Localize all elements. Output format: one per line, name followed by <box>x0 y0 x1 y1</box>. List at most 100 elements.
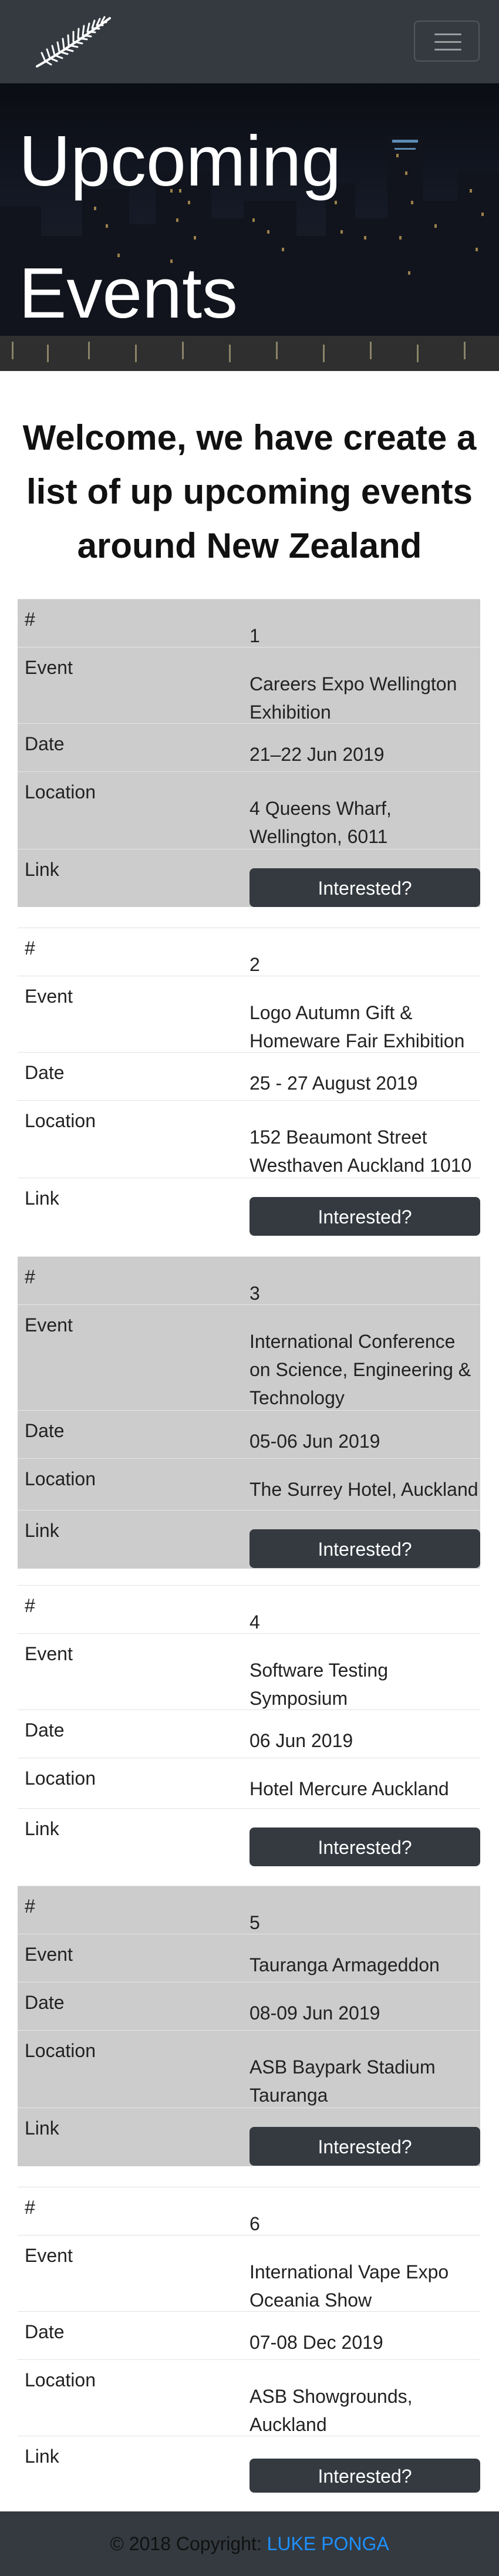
event-label: Event <box>25 657 73 678</box>
date-label: Date <box>25 1992 65 2013</box>
table-row: Link Interested? <box>18 1178 480 1236</box>
page-title: Upcoming Events <box>19 121 342 333</box>
event-date: 05-06 Jun 2019 <box>250 1431 380 1452</box>
table-row: # 1 <box>18 599 480 647</box>
date-label: Date <box>25 1420 65 1441</box>
event-table-2: # 2 Event Logo Autumn Gift & Homeware Fa… <box>18 928 480 1236</box>
table-row: # 6 <box>18 2187 480 2235</box>
navbar <box>0 0 499 83</box>
number-label: # <box>25 1595 35 1616</box>
table-row: # 3 <box>18 1256 480 1304</box>
copyright-text: © 2018 Copyright: <box>110 2533 262 2554</box>
silver-fern-icon[interactable] <box>32 15 114 70</box>
welcome-heading: Welcome, we have create a list of up upc… <box>22 418 477 565</box>
event-table-5: # 5 Event Tauranga Armageddon Date 08-09… <box>18 1886 480 2166</box>
number-label: # <box>25 938 35 959</box>
date-label: Date <box>25 733 65 754</box>
event-date: 21–22 Jun 2019 <box>250 744 385 765</box>
event-date: 07-08 Dec 2019 <box>250 2332 383 2353</box>
link-label: Link <box>25 2118 59 2139</box>
table-row: Event International Conference on Scienc… <box>18 1304 480 1410</box>
table-row: Location The Surrey Hotel, Auckland <box>18 1458 480 1510</box>
table-row: # 4 <box>18 1585 480 1633</box>
event-location: The Surrey Hotel, Auckland <box>250 1479 478 1500</box>
link-label: Link <box>25 1188 59 1209</box>
table-row: Location ASB Showgrounds, Auckland <box>18 2359 480 2436</box>
event-number: 2 <box>250 954 260 975</box>
event-label: Event <box>25 986 73 1007</box>
table-row: Date 07-08 Dec 2019 <box>18 2311 480 2359</box>
event-location: Hotel Mercure Auckland <box>250 1778 449 1799</box>
event-label: Event <box>25 2245 73 2266</box>
table-row: Location ASB Baypark Stadium Tauranga <box>18 2030 480 2108</box>
table-row: Link Interested? <box>18 849 480 907</box>
interested-button[interactable]: Interested? <box>250 1197 480 1236</box>
author-link[interactable]: LUKE PONGA <box>267 2533 389 2554</box>
interested-button[interactable]: Interested? <box>250 2459 480 2493</box>
menu-toggle-button[interactable] <box>414 21 480 62</box>
event-label: Event <box>25 1944 73 1965</box>
table-row: Date 06 Jun 2019 <box>18 1710 480 1758</box>
table-row: Date 25 - 27 August 2019 <box>18 1052 480 1100</box>
table-row: Link Interested? <box>18 2108 480 2166</box>
event-table-3: # 3 Event International Conference on Sc… <box>18 1256 480 1569</box>
hamburger-menu-icon <box>434 33 461 35</box>
table-row: Link Interested? <box>18 2436 480 2493</box>
table-row: # 2 <box>18 928 480 976</box>
event-location: ASB Baypark Stadium Tauranga <box>250 2056 436 2106</box>
table-row: Date 08-09 Jun 2019 <box>18 1982 480 2030</box>
link-label: Link <box>25 859 59 880</box>
date-label: Date <box>25 1062 65 1083</box>
link-label: Link <box>25 1520 59 1541</box>
event-number: 3 <box>250 1283 260 1304</box>
event-location: 152 Beaumont Street Westhaven Auckland 1… <box>250 1127 472 1176</box>
event-date: 06 Jun 2019 <box>250 1730 353 1751</box>
location-label: Location <box>25 2040 96 2061</box>
location-label: Location <box>25 2369 96 2390</box>
number-label: # <box>25 1266 35 1287</box>
event-number: 6 <box>250 2213 260 2234</box>
date-label: Date <box>25 2321 65 2342</box>
event-name: Software Testing Symposium <box>250 1660 388 1709</box>
table-row: Event Tauranga Armageddon <box>18 1934 480 1982</box>
table-row: Event Logo Autumn Gift & Homeware Fair E… <box>18 976 480 1052</box>
number-label: # <box>25 2197 35 2218</box>
event-name: Careers Expo Wellington Exhibition <box>250 673 457 723</box>
number-label: # <box>25 609 35 630</box>
event-name: International Conference on Science, Eng… <box>250 1331 471 1408</box>
event-label: Event <box>25 1314 73 1336</box>
table-row: Event Software Testing Symposium <box>18 1633 480 1710</box>
interested-button[interactable]: Interested? <box>250 2127 480 2166</box>
table-row: Event Careers Expo Wellington Exhibition <box>18 647 480 723</box>
table-row: Event International Vape Expo Oceania Sh… <box>18 2235 480 2311</box>
location-label: Location <box>25 781 96 803</box>
event-number: 1 <box>250 625 260 646</box>
table-row: Date 21–22 Jun 2019 <box>18 723 480 771</box>
table-row: Location 4 Queens Wharf, Wellington, 601… <box>18 771 480 849</box>
table-row: Location Hotel Mercure Auckland <box>18 1758 480 1808</box>
location-label: Location <box>25 1468 96 1489</box>
event-name: Tauranga Armageddon <box>250 1954 440 1975</box>
interested-button[interactable]: Interested? <box>250 1828 480 1866</box>
interested-button[interactable]: Interested? <box>250 1529 480 1568</box>
event-location: ASB Showgrounds, Auckland <box>250 2386 413 2435</box>
date-label: Date <box>25 1719 65 1741</box>
event-name: Logo Autumn Gift & Homeware Fair Exhibit… <box>250 1002 465 1051</box>
footer: © 2018 Copyright: LUKE PONGA <box>0 2511 499 2576</box>
hero-banner: Upcoming Events <box>0 83 499 371</box>
interested-button[interactable]: Interested? <box>250 868 480 907</box>
event-table-1: # 1 Event Careers Expo Wellington Exhibi… <box>18 599 480 907</box>
link-label: Link <box>25 2446 59 2467</box>
table-row: Date 05-06 Jun 2019 <box>18 1410 480 1458</box>
event-date: 25 - 27 August 2019 <box>250 1073 418 1094</box>
table-row: Link Interested? <box>18 1510 480 1569</box>
event-number: 5 <box>250 1912 260 1933</box>
event-date: 08-09 Jun 2019 <box>250 2002 380 2024</box>
number-label: # <box>25 1896 35 1917</box>
location-label: Location <box>25 1110 96 1131</box>
event-label: Event <box>25 1643 73 1664</box>
table-row: Location 152 Beaumont Street Westhaven A… <box>18 1100 480 1178</box>
event-table-4: # 4 Event Software Testing Symposium Dat… <box>18 1585 480 1867</box>
event-table-6: # 6 Event International Vape Expo Oceani… <box>18 2187 480 2493</box>
link-label: Link <box>25 1818 59 1839</box>
